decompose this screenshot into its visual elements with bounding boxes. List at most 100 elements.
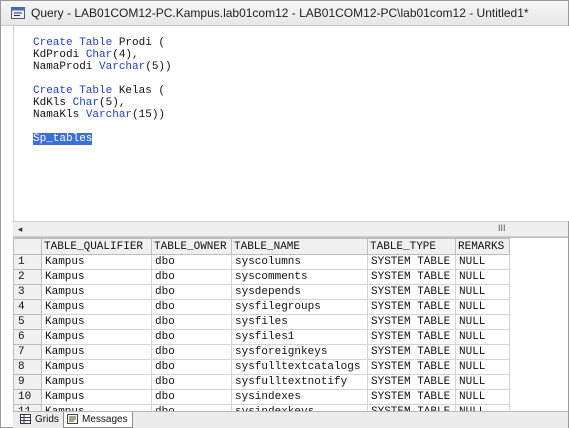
row-number-header[interactable] (13, 238, 42, 255)
column-header[interactable]: TABLE_TYPE (367, 238, 456, 255)
row-number[interactable]: 1 (13, 254, 42, 270)
table-cell[interactable]: syscolumns (231, 254, 368, 270)
table-cell[interactable]: SYSTEM TABLE (367, 284, 456, 300)
table-cell[interactable]: syscomments (231, 269, 368, 285)
table-row[interactable]: 9 Kampus dbo sysfulltextnotify SYSTEM TABLE N… (13, 374, 510, 390)
results-tabs: Grids Messages (13, 411, 568, 428)
table-row[interactable]: 4 Kampus dbo sysfilegroups SYSTEM TABLE NULL (13, 299, 510, 315)
table-row[interactable]: 3 Kampus dbo sysdepends SYSTEM TABLE NULL (13, 284, 510, 300)
table-cell[interactable]: SYSTEM TABLE (367, 359, 456, 375)
table-cell[interactable]: SYSTEM TABLE (367, 374, 456, 390)
table-cell[interactable]: Kampus (41, 269, 152, 285)
table-cell[interactable]: Kampus (41, 389, 152, 405)
scroll-left-arrow-icon[interactable]: ◂ (13, 222, 27, 236)
table-cell[interactable]: dbo (151, 284, 232, 300)
code-line[interactable]: KdProdi Char(4), (33, 49, 172, 61)
table-cell[interactable]: sysforeignkeys (231, 344, 368, 360)
code-line[interactable]: Create Table Kelas ( (33, 85, 172, 97)
code-line[interactable]: Create Table Prodi ( (33, 37, 172, 49)
horizontal-scrollbar[interactable]: ◂ III (13, 221, 568, 237)
column-header[interactable]: TABLE_QUALIFIER (41, 238, 152, 255)
table-cell[interactable]: NULL (455, 389, 510, 405)
tab-messages-label: Messages (82, 414, 128, 425)
row-number[interactable]: 2 (13, 269, 42, 285)
code-line[interactable] (33, 121, 172, 133)
table-cell[interactable]: SYSTEM TABLE (367, 344, 456, 360)
table-cell[interactable]: Kampus (41, 299, 152, 315)
table-cell[interactable]: SYSTEM TABLE (367, 299, 456, 315)
table-cell[interactable]: Kampus (41, 374, 152, 390)
table-cell[interactable]: dbo (151, 344, 232, 360)
code-line[interactable]: Sp_tables (33, 133, 172, 145)
table-cell[interactable]: NULL (455, 254, 510, 270)
results-grid[interactable]: TABLE_QUALIFIER TABLE_OWNER TABLE_NAME TABL… (13, 237, 568, 412)
table-cell[interactable]: Kampus (41, 359, 152, 375)
tab-messages[interactable]: Messages (63, 412, 133, 428)
row-number[interactable]: 9 (13, 374, 42, 390)
table-cell[interactable]: NULL (455, 329, 510, 345)
table-row[interactable]: 5 Kampus dbo sysfiles SYSTEM TABLE NULL (13, 314, 510, 330)
sql-text: (5), (99, 97, 126, 109)
table-cell[interactable]: SYSTEM TABLE (367, 269, 456, 285)
table-cell[interactable]: NULL (455, 314, 510, 330)
column-header[interactable]: TABLE_OWNER (151, 238, 232, 255)
table-row[interactable]: 2 Kampus dbo syscomments SYSTEM TABLE NULL (13, 269, 510, 285)
table-cell[interactable]: Kampus (41, 284, 152, 300)
table-cell[interactable]: NULL (455, 374, 510, 390)
table-cell[interactable]: sysfilegroups (231, 299, 368, 315)
sql-code[interactable]: Create Table Prodi (KdProdi Char(4), Nama… (33, 37, 172, 145)
table-cell[interactable]: dbo (151, 314, 232, 330)
row-number[interactable]: 7 (13, 344, 42, 360)
tab-grids-label: Grids (35, 414, 59, 425)
table-cell[interactable]: dbo (151, 329, 232, 345)
table-cell[interactable]: SYSTEM TABLE (367, 389, 456, 405)
sql-text: Kelas ( (112, 85, 166, 97)
code-line[interactable]: KdKls Char(5), (33, 97, 172, 109)
table-row[interactable]: 7 Kampus dbo sysforeignkeys SYSTEM TABLE NULL (13, 344, 510, 360)
scrollbar-grip[interactable]: III (498, 223, 506, 233)
row-number[interactable]: 4 (13, 299, 42, 315)
row-number[interactable]: 10 (13, 389, 42, 405)
table-cell[interactable]: SYSTEM TABLE (367, 254, 456, 270)
table-cell[interactable]: dbo (151, 299, 232, 315)
row-number[interactable]: 6 (13, 329, 42, 345)
table-cell[interactable]: dbo (151, 359, 232, 375)
table-row[interactable]: 8 Kampus dbo sysfulltextcatalogs SYSTEM TABL… (13, 359, 510, 375)
query-editor[interactable]: Create Table Prodi (KdProdi Char(4), Nama… (13, 26, 569, 221)
table-cell[interactable]: NULL (455, 284, 510, 300)
table-cell[interactable]: sysfulltextnotify (231, 374, 368, 390)
title-bar[interactable]: Query - LAB01COM12-PC.Kampus.lab01com12 … (1, 1, 568, 26)
code-line[interactable]: NamaProdi Varchar(5)) (33, 61, 172, 73)
table-cell[interactable]: NULL (455, 344, 510, 360)
table-cell[interactable]: sysindexes (231, 389, 368, 405)
table-cell[interactable]: Kampus (41, 314, 152, 330)
row-number[interactable]: 8 (13, 359, 42, 375)
table-cell[interactable]: Kampus (41, 254, 152, 270)
table-cell[interactable]: NULL (455, 299, 510, 315)
column-header[interactable]: REMARKS (455, 238, 510, 255)
row-number[interactable]: 5 (13, 314, 42, 330)
table-cell[interactable]: SYSTEM TABLE (367, 314, 456, 330)
table-row[interactable]: 10 Kampus dbo sysindexes SYSTEM TABLE NULL (13, 389, 510, 405)
table-row[interactable]: 6 Kampus dbo sysfiles1 SYSTEM TABLE NULL (13, 329, 510, 345)
table-cell[interactable]: SYSTEM TABLE (367, 329, 456, 345)
table-cell[interactable]: Kampus (41, 329, 152, 345)
table-cell[interactable]: dbo (151, 269, 232, 285)
table-cell[interactable]: dbo (151, 389, 232, 405)
tab-grids[interactable]: Grids (17, 412, 63, 427)
table-cell[interactable]: sysfiles1 (231, 329, 368, 345)
row-number[interactable]: 3 (13, 284, 42, 300)
code-line[interactable]: NamaKls Varchar(15)) (33, 109, 172, 121)
table-cell[interactable]: NULL (455, 269, 510, 285)
table-cell[interactable]: dbo (151, 374, 232, 390)
table-cell[interactable]: dbo (151, 254, 232, 270)
sql-text: (5)) (145, 61, 172, 73)
table-cell[interactable]: Kampus (41, 344, 152, 360)
table-row[interactable]: 1 Kampus dbo syscolumns SYSTEM TABLE NULL (13, 254, 510, 270)
table-cell[interactable]: sysdepends (231, 284, 368, 300)
code-line[interactable] (33, 73, 172, 85)
table-cell[interactable]: sysfulltextcatalogs (231, 359, 368, 375)
table-cell[interactable]: sysfiles (231, 314, 368, 330)
table-cell[interactable]: NULL (455, 359, 510, 375)
column-header[interactable]: TABLE_NAME (231, 238, 368, 255)
